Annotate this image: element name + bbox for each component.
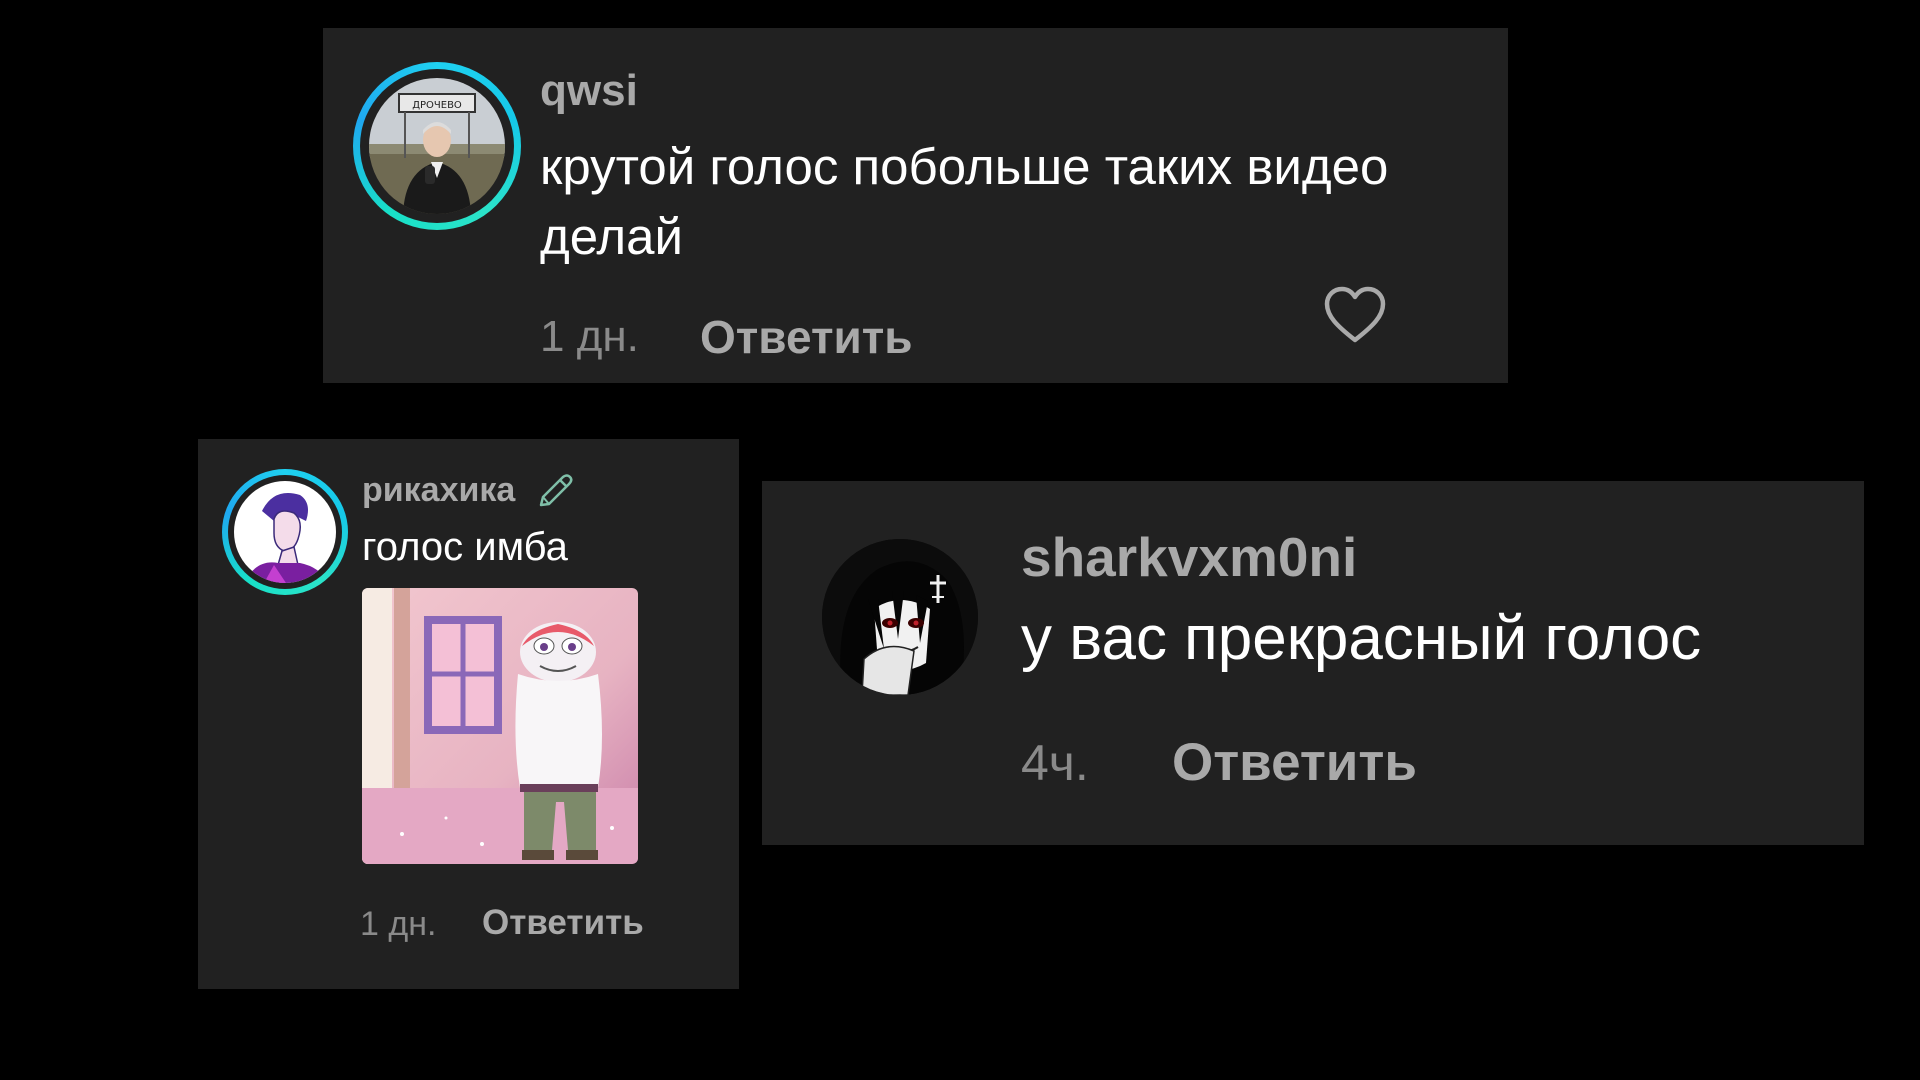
reply-button[interactable]: Ответить [482,903,644,943]
comment-username[interactable]: qwsi [540,66,638,116]
comment-text: голос имба [362,525,568,569]
attached-image[interactable] [362,588,638,864]
comment-text: у вас прекрасный голос [1021,604,1702,673]
comment-card-rikahika: рикахика голос имба 1 дн. Ответить [198,439,739,989]
comment-timestamp: 4ч. [1021,735,1089,791]
comment-card-qwsi: ДРОЧЕВО qwsi крутой голос побольше таких… [323,28,1508,383]
reply-button[interactable]: Ответить [1172,732,1417,793]
comment-username[interactable]: sharkvxm0ni [1021,525,1357,589]
avatar-sharkvxm0ni[interactable] [822,539,978,695]
comment-timestamp: 1 дн. [360,905,437,943]
avatar-sign-text: ДРОЧЕВО [412,100,462,111]
avatar-drawing-purple-figure [234,481,336,583]
reply-button[interactable]: Ответить [700,310,913,364]
avatar-photo-man-with-sign: ДРОЧЕВО [369,78,505,214]
pencil-icon [533,469,575,511]
comment-timestamp: 1 дн. [540,312,639,361]
avatar-qwsi[interactable]: ДРОЧЕВО [369,78,505,214]
comment-text: крутой голос побольше таких видео делай [540,138,1389,265]
attached-image-cartoon [362,588,638,864]
comment-card-sharkvxm0ni: sharkvxm0ni у вас прекрасный голос 4ч. О… [762,481,1864,845]
avatar-drawing-dark-hair [822,539,978,695]
comment-username[interactable]: рикахика [362,471,515,510]
avatar-rikahika[interactable] [234,481,336,583]
heart-outline-icon[interactable] [1323,286,1387,344]
